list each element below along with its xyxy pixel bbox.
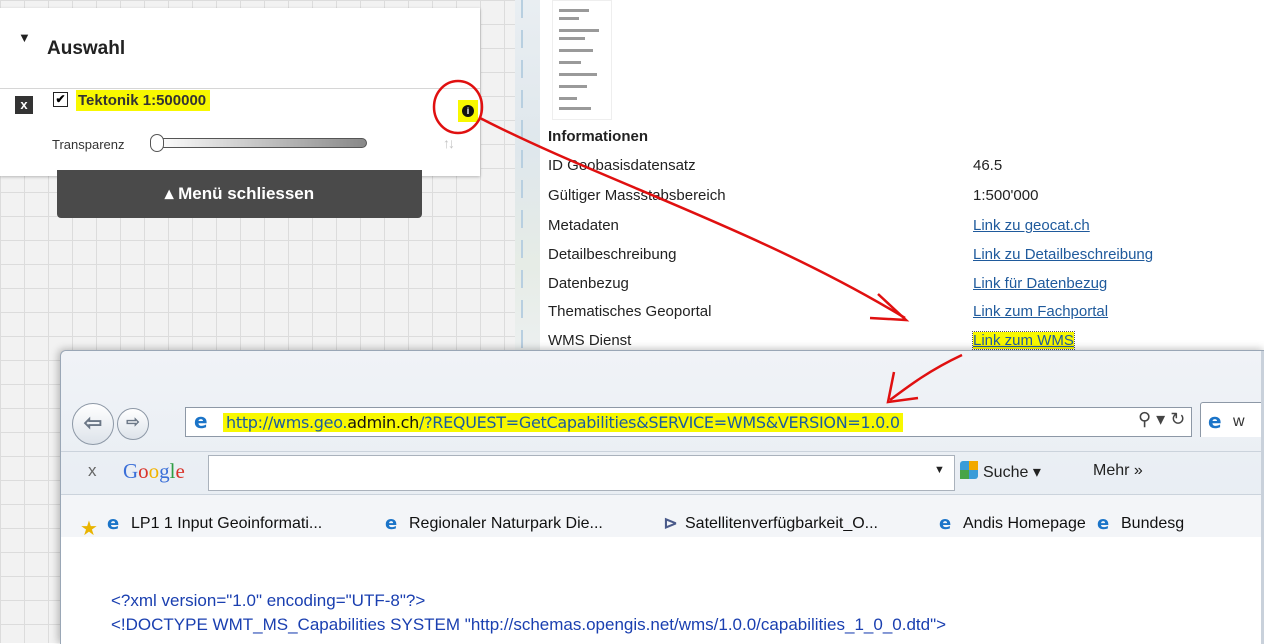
annotation-arrow <box>479 116 906 320</box>
annotation-circle <box>432 79 484 135</box>
annotation-arrow <box>889 353 963 402</box>
annotation-overlay <box>432 79 963 404</box>
